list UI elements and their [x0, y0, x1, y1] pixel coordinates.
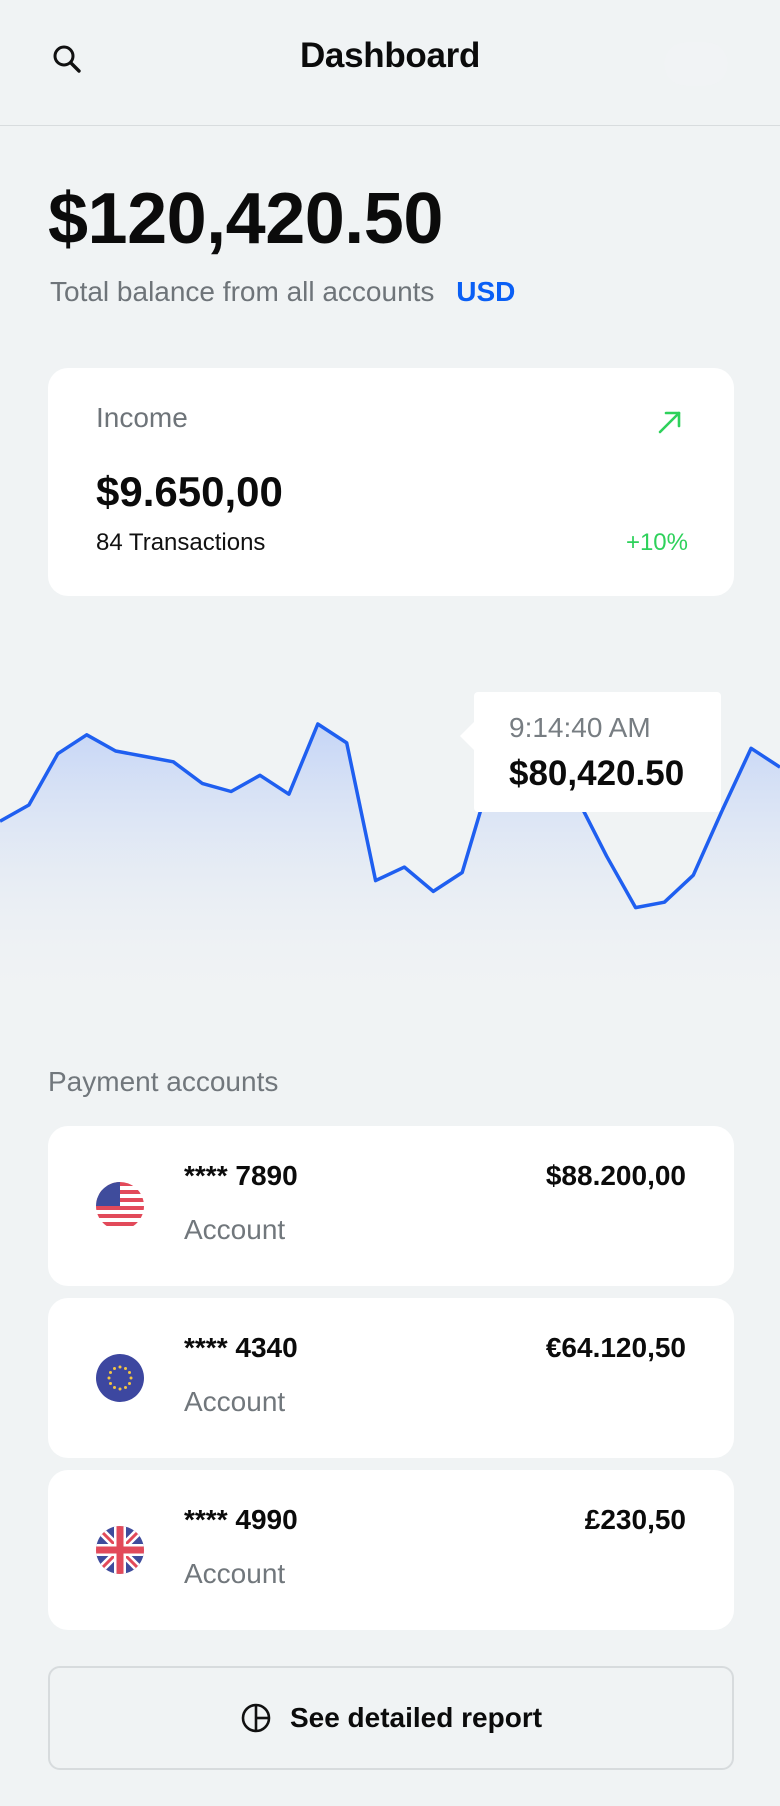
see-detailed-report-button[interactable]: See detailed report: [48, 1666, 734, 1770]
account-type: Account: [184, 1214, 286, 1245]
report-button-label: See detailed report: [289, 1702, 543, 1733]
balance-caption-row: Total balance from all accounts USD: [50, 276, 515, 308]
avatar[interactable]: [664, 42, 728, 86]
income-label: Income: [96, 402, 188, 433]
uk-flag-icon: [96, 1526, 144, 1574]
account-amount: €64.120,50: [545, 1332, 686, 1363]
account-number: **** 4340: [184, 1332, 298, 1363]
account-number: **** 4990: [184, 1504, 298, 1535]
account-card[interactable]: **** 7890 Account $88.200,00: [48, 1126, 734, 1286]
pie-chart-icon: [241, 1703, 271, 1733]
account-number: **** 7890: [184, 1160, 298, 1191]
income-change: +10%: [625, 529, 688, 556]
account-amount: £230,50: [584, 1504, 686, 1535]
total-balance: $120,420.50: [48, 179, 443, 259]
tooltip-time: 9:14:40 AM: [509, 712, 651, 743]
account-amount: $88.200,00: [545, 1160, 686, 1191]
account-type: Account: [184, 1558, 286, 1589]
income-card[interactable]: Income $9.650,00 84 Transactions +10%: [48, 368, 734, 596]
page-title: Dashboard: [299, 36, 481, 75]
currency-selector[interactable]: USD: [456, 276, 515, 307]
income-amount: $9.650,00: [96, 468, 283, 515]
app-header: Dashboard: [0, 0, 780, 126]
chart-tooltip: 9:14:40 AM $80,420.50: [460, 692, 721, 812]
eu-flag-icon: [96, 1354, 144, 1402]
account-card[interactable]: **** 4340 Account €64.120,50: [48, 1298, 734, 1458]
arrow-up-right-icon: [658, 411, 681, 434]
account-type: Account: [184, 1386, 286, 1417]
account-card[interactable]: **** 4990 Account £230,50: [48, 1470, 734, 1630]
income-transactions: 84 Transactions: [96, 529, 266, 556]
section-title-payment-accounts: Payment accounts: [48, 1066, 279, 1097]
balance-caption: Total balance from all accounts: [50, 276, 435, 307]
us-flag-icon: [96, 1182, 144, 1230]
tooltip-value: $80,420.50: [509, 754, 685, 793]
